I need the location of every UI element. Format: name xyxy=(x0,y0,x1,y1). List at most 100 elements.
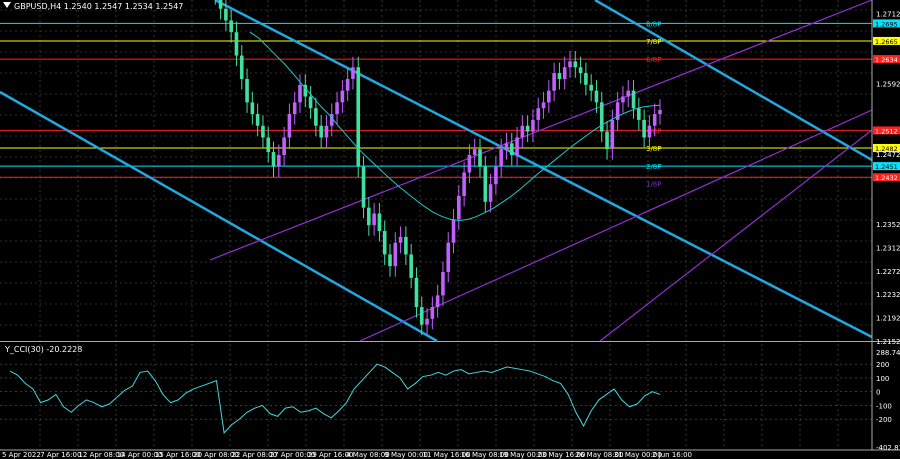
candle-body xyxy=(568,61,572,68)
price-label-text: 1.2695 xyxy=(875,20,898,28)
candle-body xyxy=(345,78,350,91)
price-label-text: 1.2482 xyxy=(875,145,898,153)
cci-tick-label: 200 xyxy=(876,361,889,369)
cci-tick-label: -200 xyxy=(876,416,892,424)
candle-body xyxy=(229,20,233,33)
candle-body xyxy=(642,119,646,138)
candle-body xyxy=(425,318,429,325)
candle-body xyxy=(573,61,578,68)
channel-line xyxy=(599,129,873,342)
candle-body xyxy=(509,143,514,155)
candle-body xyxy=(245,78,249,103)
candle-body xyxy=(472,149,477,155)
candle-body xyxy=(504,143,509,150)
candle-body xyxy=(478,149,482,167)
candle-body xyxy=(626,90,631,97)
candle-body xyxy=(658,109,662,115)
candle-body xyxy=(547,90,551,103)
candle-body xyxy=(271,152,276,167)
candle-body xyxy=(488,184,493,202)
candle-body xyxy=(430,307,435,319)
candle-body xyxy=(335,102,339,115)
ma-line xyxy=(249,31,661,222)
candle-body xyxy=(404,236,408,255)
price-label-text: 1.2665 xyxy=(875,38,898,46)
candle-body xyxy=(282,137,286,155)
candle-body xyxy=(610,119,615,150)
candle-body xyxy=(277,155,281,167)
candle-body xyxy=(319,125,323,138)
candle-body xyxy=(462,172,466,196)
trend-channels[interactable] xyxy=(0,0,873,343)
time-tick-label: 4 May 08:00 xyxy=(346,451,390,459)
candle-body xyxy=(446,242,451,272)
murrey-levels: 8/8P7/8P6/8P4/8P3/8P2/8P1/8P xyxy=(0,20,872,189)
candle-body xyxy=(605,131,609,150)
candle-body xyxy=(483,166,488,202)
candle-body xyxy=(647,125,652,138)
candle-body xyxy=(218,0,223,9)
price-tick-label: 1.2352 xyxy=(876,221,900,229)
candle-body xyxy=(255,114,260,126)
candle-body xyxy=(377,213,382,232)
price-label-text: 1.2451 xyxy=(875,163,898,171)
candle-body xyxy=(578,67,583,74)
time-tick-label: 2 Jun 16:00 xyxy=(652,451,692,459)
candle-body xyxy=(451,219,456,243)
candle-body xyxy=(499,149,503,167)
grid xyxy=(0,0,872,449)
candle-body xyxy=(541,102,546,109)
price-tick-label: 1.2712 xyxy=(876,10,900,18)
candle-body xyxy=(382,231,387,255)
candle-body xyxy=(314,108,318,126)
candle-body xyxy=(351,67,355,79)
candle-body xyxy=(584,73,588,85)
candle-body xyxy=(441,271,445,296)
candle-body xyxy=(409,254,413,278)
cci-tick-label: 288.7453 xyxy=(876,349,900,357)
candle-body xyxy=(367,207,371,226)
candle-body xyxy=(324,125,329,138)
candle-body xyxy=(340,90,345,103)
candle-body xyxy=(589,84,593,91)
candle-body xyxy=(419,307,424,325)
candle-body xyxy=(531,119,535,132)
murrey-label: 6/8P xyxy=(646,56,662,64)
price-chart[interactable]: 8/8P7/8P6/8P4/8P3/8P2/8P1/8P 1.27121.259… xyxy=(0,0,900,459)
murrey-label: 1/8P xyxy=(646,181,662,189)
candle-body xyxy=(234,32,239,56)
time-tick-label: 7 Apr 16:00 xyxy=(40,451,81,459)
candle-body xyxy=(361,166,366,208)
candle-body xyxy=(287,114,292,138)
time-tick-label: 5 Apr 2022 xyxy=(2,451,41,459)
cci-tick-label: -100 xyxy=(876,402,892,410)
candle-body xyxy=(398,236,403,243)
candles xyxy=(214,0,662,336)
price-tick-label: 1.2312 xyxy=(876,244,900,252)
price-label-text: 1.2432 xyxy=(875,174,898,182)
candle-body xyxy=(239,55,244,79)
candle-body xyxy=(599,102,604,132)
price-tick-label: 1.2232 xyxy=(876,291,900,299)
murrey-label: 2/8P xyxy=(646,163,662,171)
candle-body xyxy=(652,114,657,126)
axes: 1.27121.25921.24721.23521.23121.22721.22… xyxy=(0,0,900,459)
candle-body xyxy=(250,102,255,115)
murrey-label: 8/8P xyxy=(646,20,662,28)
price-tick-label: 1.2592 xyxy=(876,81,900,89)
candle-body xyxy=(372,213,376,226)
price-label-text: 1.2634 xyxy=(875,56,898,64)
candle-body xyxy=(298,84,302,103)
murrey-label: 3/8P xyxy=(646,145,662,153)
candle-body xyxy=(494,166,498,185)
price-tick-label: 1.2272 xyxy=(876,268,900,276)
candle-body xyxy=(308,96,313,109)
candle-body xyxy=(520,125,525,138)
murrey-label: 7/8P xyxy=(646,38,662,46)
candle-body xyxy=(536,108,541,120)
channel-line xyxy=(214,0,873,339)
candle-body xyxy=(594,90,599,103)
candle-body xyxy=(414,277,419,308)
candle-body xyxy=(261,125,265,138)
channel-line xyxy=(0,90,438,343)
